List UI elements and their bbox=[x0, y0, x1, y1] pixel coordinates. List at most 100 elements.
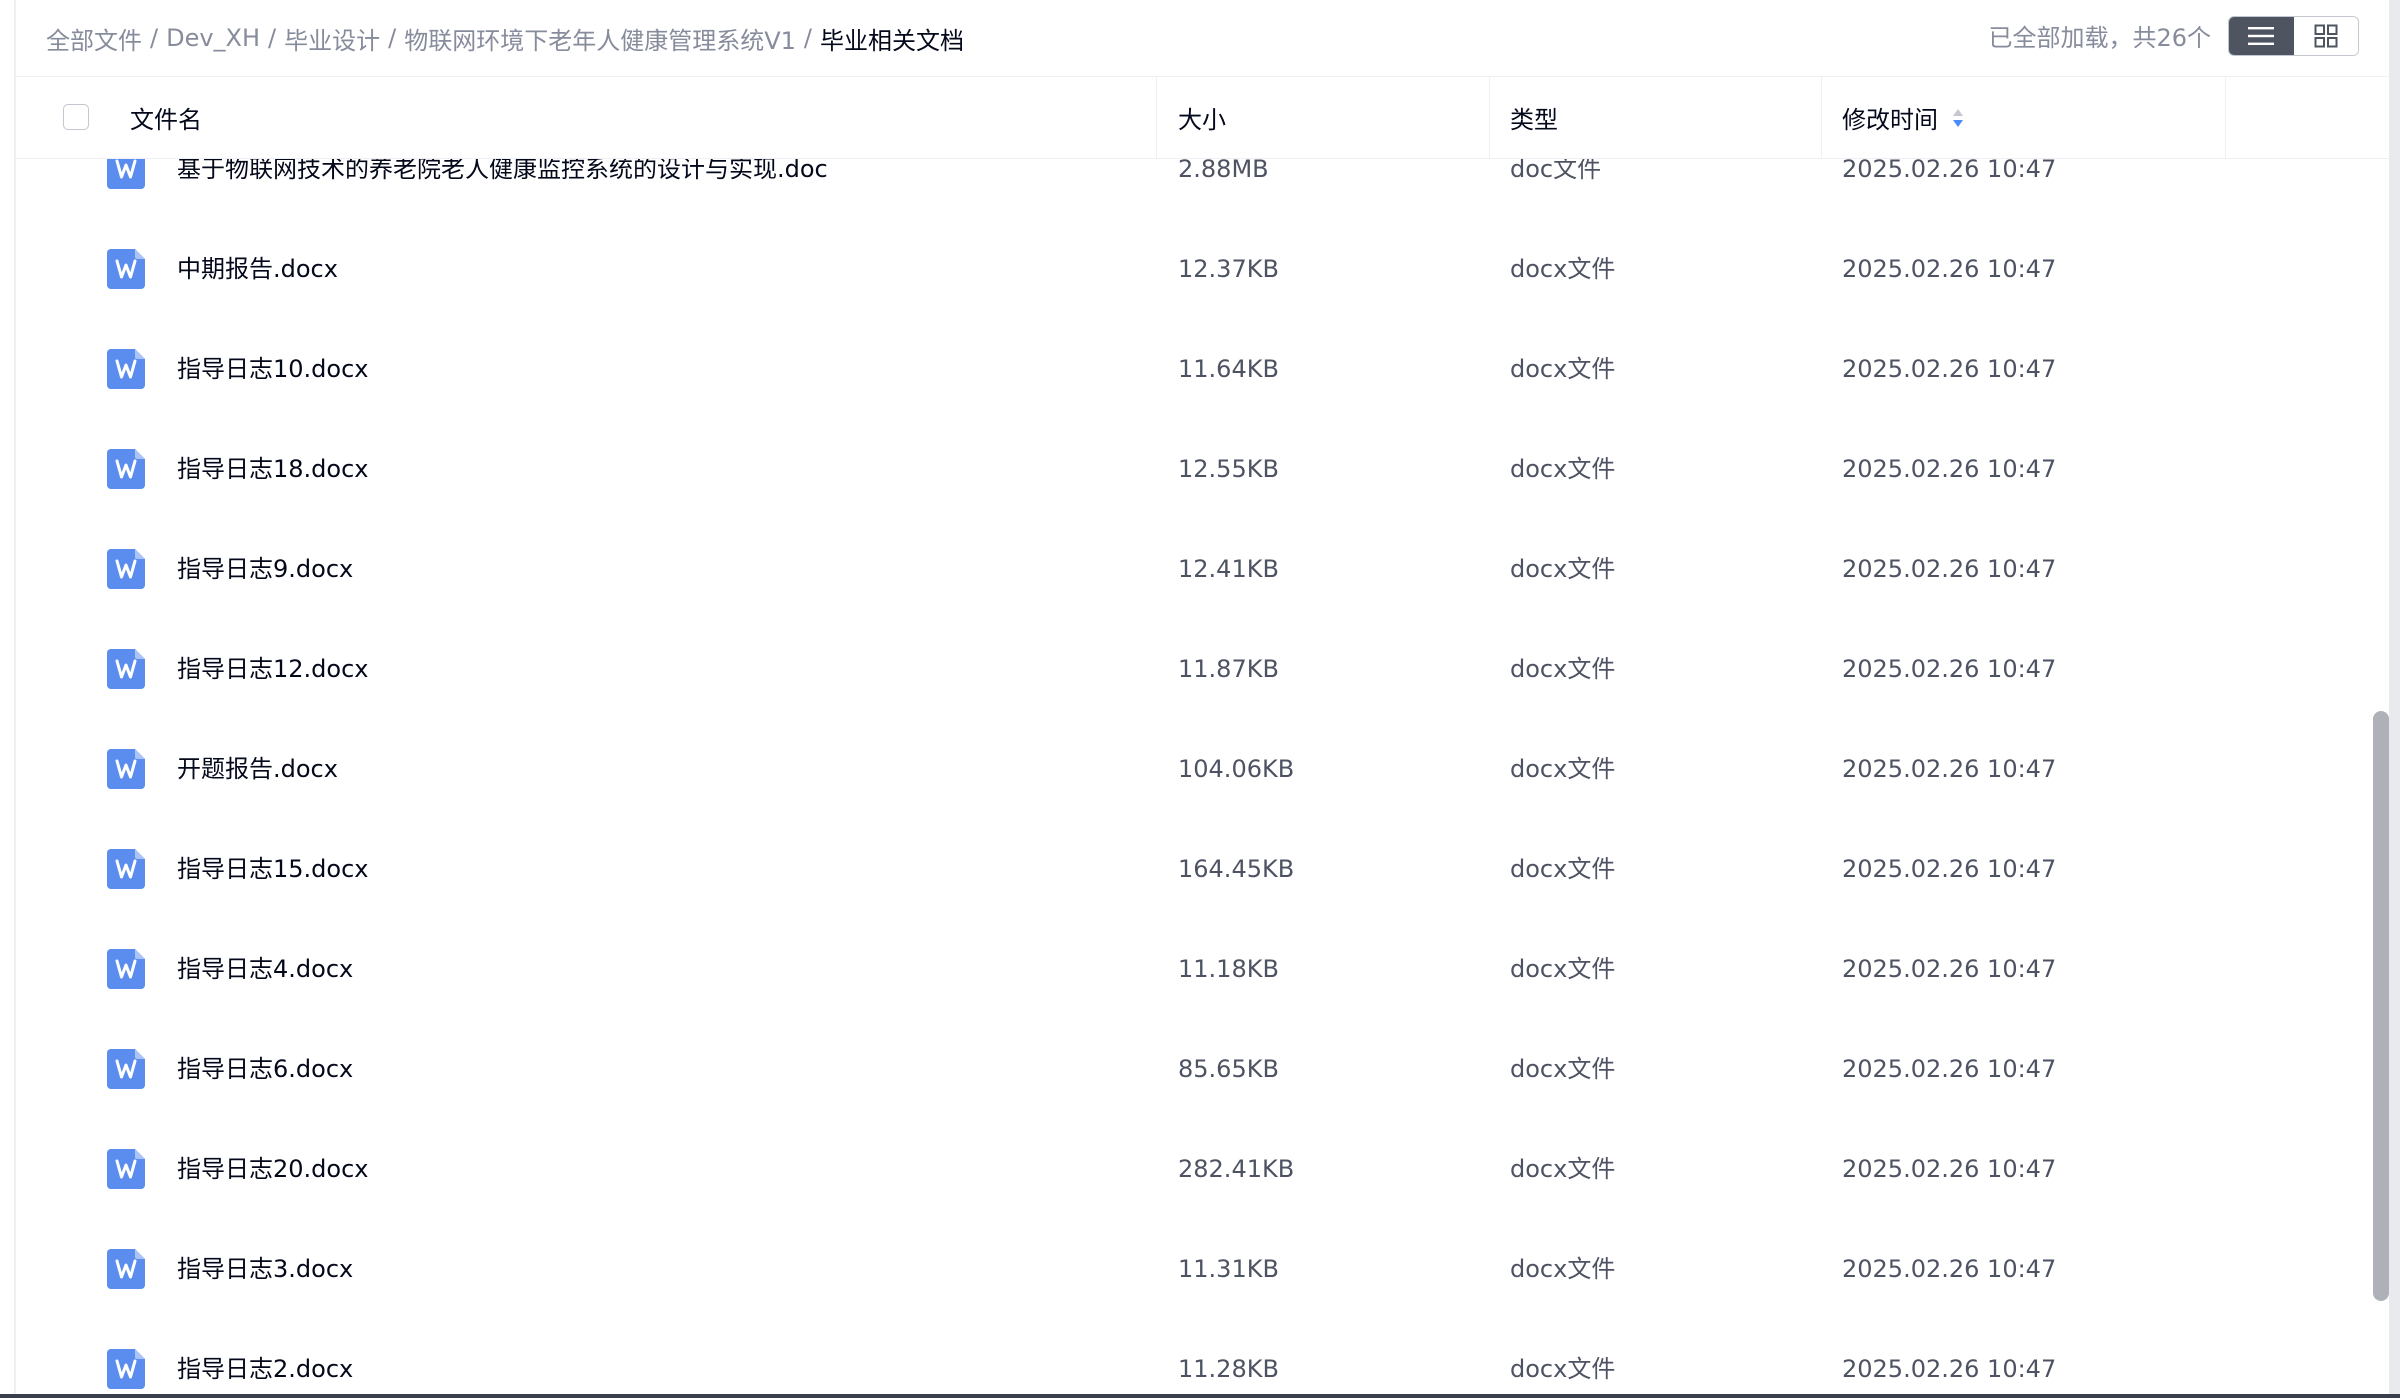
file-name[interactable]: 指导日志15.docx bbox=[177, 819, 368, 919]
file-modified-time: 2025.02.26 10:47 bbox=[1842, 1355, 2057, 1383]
file-name[interactable]: 指导日志6.docx bbox=[177, 1019, 353, 1119]
word-document-icon bbox=[107, 949, 145, 989]
list-view-icon bbox=[2248, 27, 2275, 45]
file-size: 12.55KB bbox=[1178, 455, 1279, 483]
column-header-name[interactable]: 文件名 bbox=[130, 77, 202, 158]
file-name[interactable]: 指导日志20.docx bbox=[177, 1119, 368, 1219]
list-view-button[interactable] bbox=[2229, 17, 2294, 55]
view-toggle bbox=[2228, 16, 2359, 56]
breadcrumb: 全部文件 / Dev_XH / 毕业设计 / 物联网环境下老年人健康管理系统V1… bbox=[46, 18, 964, 58]
file-size: 11.64KB bbox=[1178, 355, 1279, 383]
file-row[interactable]: 指导日志2.docx 11.28KB docx文件 2025.02.26 10:47 bbox=[16, 1319, 2346, 1394]
breadcrumb-item-all-files[interactable]: 全部文件 bbox=[46, 21, 142, 56]
file-name[interactable]: 指导日志9.docx bbox=[177, 519, 353, 619]
file-type: docx文件 bbox=[1510, 455, 1616, 483]
breadcrumb-separator: / bbox=[150, 24, 159, 52]
vertical-scrollbar[interactable] bbox=[2369, 159, 2389, 1394]
file-size: 11.28KB bbox=[1178, 1355, 1279, 1383]
file-name[interactable]: 中期报告.docx bbox=[177, 219, 338, 319]
column-header-size-label: 大小 bbox=[1178, 106, 1226, 134]
word-document-icon bbox=[107, 1049, 145, 1089]
file-type: docx文件 bbox=[1510, 1255, 1616, 1283]
sort-icon[interactable] bbox=[1952, 107, 1964, 129]
file-row[interactable]: 指导日志3.docx 11.31KB docx文件 2025.02.26 10:47 bbox=[16, 1219, 2346, 1319]
scrollbar-thumb[interactable] bbox=[2373, 711, 2389, 1301]
file-modified-time: 2025.02.26 10:47 bbox=[1842, 1255, 2057, 1283]
file-modified-time: 2025.02.26 10:47 bbox=[1842, 159, 2057, 183]
breadcrumb-item-project[interactable]: 物联网环境下老年人健康管理系统V1 bbox=[404, 21, 796, 56]
grid-view-button[interactable] bbox=[2293, 17, 2358, 55]
column-header-type[interactable]: 类型 bbox=[1510, 77, 1558, 158]
file-name[interactable]: 指导日志4.docx bbox=[177, 919, 353, 1019]
word-document-icon bbox=[107, 449, 145, 489]
file-type: docx文件 bbox=[1510, 855, 1616, 883]
file-row[interactable]: 中期报告.docx 12.37KB docx文件 2025.02.26 10:47 bbox=[16, 219, 2346, 319]
word-document-icon bbox=[107, 1349, 145, 1389]
file-type: doc文件 bbox=[1510, 159, 1602, 183]
breadcrumb-item-graduation-design[interactable]: 毕业设计 bbox=[284, 21, 380, 56]
breadcrumb-separator: / bbox=[803, 24, 812, 52]
word-document-icon bbox=[107, 159, 145, 189]
file-modified-time: 2025.02.26 10:47 bbox=[1842, 655, 2057, 683]
file-name[interactable]: 指导日志2.docx bbox=[177, 1319, 353, 1394]
column-header-size[interactable]: 大小 bbox=[1178, 77, 1226, 158]
bottom-border bbox=[0, 1394, 2400, 1398]
file-modified-time: 2025.02.26 10:47 bbox=[1842, 1055, 2057, 1083]
file-size: 85.65KB bbox=[1178, 1055, 1279, 1083]
breadcrumb-item-dev-xh[interactable]: Dev_XH bbox=[166, 24, 260, 52]
file-type: docx文件 bbox=[1510, 755, 1616, 783]
top-bar: 全部文件 / Dev_XH / 毕业设计 / 物联网环境下老年人健康管理系统V1… bbox=[16, 0, 2389, 77]
file-row[interactable]: 指导日志12.docx 11.87KB docx文件 2025.02.26 10:47 bbox=[16, 619, 2346, 719]
file-size: 12.37KB bbox=[1178, 255, 1279, 283]
word-document-icon bbox=[107, 649, 145, 689]
column-header-name-label: 文件名 bbox=[130, 106, 202, 134]
file-type: docx文件 bbox=[1510, 955, 1616, 983]
file-size: 164.45KB bbox=[1178, 855, 1295, 883]
file-type: docx文件 bbox=[1510, 1155, 1616, 1183]
file-row[interactable]: 开题报告.docx 104.06KB docx文件 2025.02.26 10:47 bbox=[16, 719, 2346, 819]
file-name[interactable]: 指导日志3.docx bbox=[177, 1219, 353, 1319]
word-document-icon bbox=[107, 249, 145, 289]
load-status-text: 已全部加载，共26个 bbox=[1988, 24, 2211, 52]
file-type: docx文件 bbox=[1510, 355, 1616, 383]
column-divider bbox=[1489, 77, 1490, 158]
file-size: 11.18KB bbox=[1178, 955, 1279, 983]
file-row[interactable]: 指导日志9.docx 12.41KB docx文件 2025.02.26 10:47 bbox=[16, 519, 2346, 619]
file-type: docx文件 bbox=[1510, 255, 1616, 283]
breadcrumb-current-folder: 毕业相关文档 bbox=[820, 26, 964, 55]
column-header-modified[interactable]: 修改时间 bbox=[1842, 77, 1964, 158]
file-row[interactable]: 指导日志6.docx 85.65KB docx文件 2025.02.26 10:47 bbox=[16, 1019, 2346, 1119]
word-document-icon bbox=[107, 349, 145, 389]
column-divider bbox=[2225, 77, 2226, 158]
file-modified-time: 2025.02.26 10:47 bbox=[1842, 1155, 2057, 1183]
file-name[interactable]: 开题报告.docx bbox=[177, 719, 338, 819]
file-modified-time: 2025.02.26 10:47 bbox=[1842, 555, 2057, 583]
file-size: 12.41KB bbox=[1178, 555, 1279, 583]
file-manager-window: 全部文件 / Dev_XH / 毕业设计 / 物联网环境下老年人健康管理系统V1… bbox=[0, 0, 2400, 1398]
file-name[interactable]: 指导日志12.docx bbox=[177, 619, 368, 719]
column-divider bbox=[1156, 77, 1157, 158]
grid-view-icon bbox=[2314, 24, 2338, 48]
file-row[interactable]: 指导日志20.docx 282.41KB docx文件 2025.02.26 10:4… bbox=[16, 1119, 2346, 1219]
column-header-modified-label: 修改时间 bbox=[1842, 106, 1938, 134]
file-row[interactable]: 指导日志18.docx 12.55KB docx文件 2025.02.26 10:47 bbox=[16, 419, 2346, 519]
file-modified-time: 2025.02.26 10:47 bbox=[1842, 255, 2057, 283]
select-all-checkbox[interactable] bbox=[63, 104, 89, 130]
file-modified-time: 2025.02.26 10:47 bbox=[1842, 755, 2057, 783]
file-modified-time: 2025.02.26 10:47 bbox=[1842, 955, 2057, 983]
file-row[interactable]: 指导日志15.docx 164.45KB docx文件 2025.02.26 10:4… bbox=[16, 819, 2346, 919]
file-type: docx文件 bbox=[1510, 655, 1616, 683]
word-document-icon bbox=[107, 1249, 145, 1289]
breadcrumb-separator: / bbox=[388, 24, 397, 52]
file-size: 104.06KB bbox=[1178, 755, 1295, 783]
file-modified-time: 2025.02.26 10:47 bbox=[1842, 455, 2057, 483]
file-name[interactable]: 指导日志10.docx bbox=[177, 319, 368, 419]
file-row[interactable]: 基于物联网技术的养老院老人健康监控系统的设计与实现.doc 2.88MB doc文件… bbox=[16, 159, 2346, 219]
word-document-icon bbox=[107, 849, 145, 889]
file-row[interactable]: 指导日志10.docx 11.64KB docx文件 2025.02.26 10:47 bbox=[16, 319, 2346, 419]
file-name[interactable]: 指导日志18.docx bbox=[177, 419, 368, 519]
column-divider bbox=[1821, 77, 1822, 158]
file-name[interactable]: 基于物联网技术的养老院老人健康监控系统的设计与实现.doc bbox=[177, 159, 828, 219]
file-row[interactable]: 指导日志4.docx 11.18KB docx文件 2025.02.26 10:47 bbox=[16, 919, 2346, 1019]
file-size: 2.88MB bbox=[1178, 159, 1269, 183]
